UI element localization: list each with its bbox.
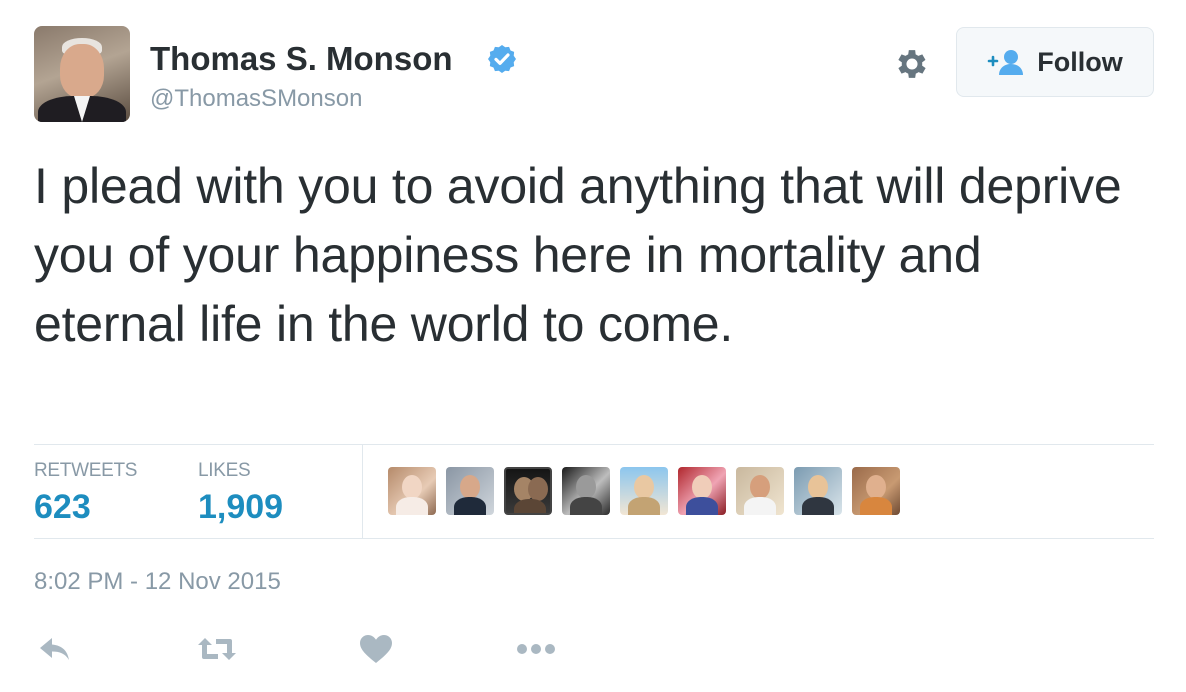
likes-count[interactable]: 1,909 bbox=[198, 488, 283, 527]
retweets-label[interactable]: RETWEETS bbox=[34, 460, 137, 482]
reply-button[interactable] bbox=[35, 630, 75, 668]
likes-label[interactable]: LIKES bbox=[198, 460, 251, 482]
author-name[interactable]: Thomas S. Monson bbox=[150, 40, 453, 78]
liker-avatar-3[interactable] bbox=[504, 467, 552, 515]
gear-icon[interactable] bbox=[893, 45, 931, 83]
liker-avatar-7[interactable] bbox=[736, 467, 784, 515]
verified-badge-icon bbox=[488, 45, 516, 73]
retweet-button[interactable] bbox=[197, 630, 237, 668]
liker-avatar-4[interactable] bbox=[562, 467, 610, 515]
tweet-text: I plead with you to avoid anything that … bbox=[34, 158, 1122, 352]
heart-icon bbox=[360, 635, 392, 663]
divider bbox=[34, 444, 1154, 445]
add-user-icon bbox=[987, 50, 1024, 75]
liker-avatar-6[interactable] bbox=[678, 467, 726, 515]
follow-label: Follow bbox=[1037, 46, 1123, 77]
liker-avatar-1[interactable] bbox=[388, 467, 436, 515]
divider bbox=[34, 538, 1154, 539]
liker-avatar-8[interactable] bbox=[794, 467, 842, 515]
like-button[interactable] bbox=[356, 630, 396, 668]
stats-divider bbox=[362, 444, 363, 538]
retweets-count[interactable]: 623 bbox=[34, 488, 91, 527]
liker-avatar-2[interactable] bbox=[446, 467, 494, 515]
author-handle[interactable]: @ThomasSMonson bbox=[150, 85, 362, 113]
retweet-icon bbox=[198, 638, 236, 660]
more-button[interactable] bbox=[516, 630, 556, 668]
follow-button[interactable]: Follow bbox=[956, 27, 1154, 97]
profile-avatar[interactable] bbox=[34, 26, 130, 122]
liker-avatar-5[interactable] bbox=[620, 467, 668, 515]
tweet-timestamp[interactable]: 8:02 PM - 12 Nov 2015 bbox=[34, 568, 281, 596]
liker-avatars bbox=[388, 467, 900, 515]
reply-icon bbox=[40, 638, 69, 660]
liker-avatar-9[interactable] bbox=[852, 467, 900, 515]
more-icon bbox=[517, 644, 555, 654]
